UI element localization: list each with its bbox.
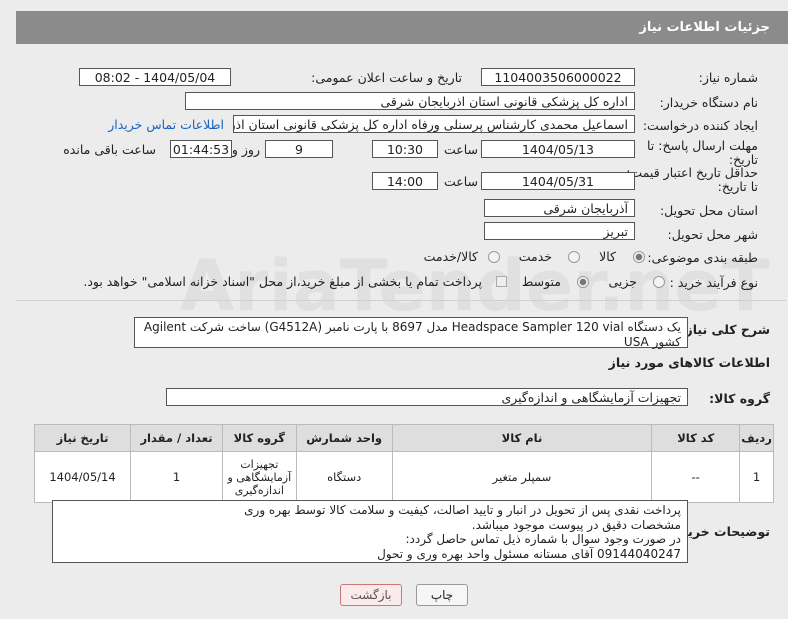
province-field[interactable]: آذربایجان شرقی xyxy=(484,199,635,217)
process-radio-minor[interactable] xyxy=(653,276,665,288)
need-number-field[interactable]: 1104003506000022 xyxy=(481,68,635,86)
buyer-notes-line: پرداخت نقدی پس از تحویل در انبار و تایید… xyxy=(244,503,681,517)
cell-group: تجهیزات آزمایشگاهی و اندازه‌گیری xyxy=(221,451,297,503)
cell-row-number: 1 xyxy=(739,451,774,503)
col-header-unit: واحد شمارش xyxy=(295,424,393,452)
buyer-notes-line: در صورت وجود سوال با شماره ذیل تماس حاصل… xyxy=(405,532,681,546)
deadline-date-field[interactable]: 1404/05/13 xyxy=(481,140,635,158)
col-header-row-number: ردیف xyxy=(739,424,774,452)
table-header-row: ردیف کد کالا نام کالا واحد شمارش گروه کا… xyxy=(33,424,774,452)
price-validity-time-label: ساعت xyxy=(443,174,478,189)
goods-group-label: گروه کالا: xyxy=(709,391,770,406)
category-radio-goods-service[interactable] xyxy=(488,251,500,263)
process-option-minor: جزیی xyxy=(608,274,637,289)
back-button[interactable]: بازگشت xyxy=(340,584,402,606)
goods-info-title: اطلاعات کالاهای مورد نیاز xyxy=(608,355,770,370)
category-radio-service[interactable] xyxy=(568,251,580,263)
process-option-medium: متوسط xyxy=(521,274,561,289)
goods-table: ردیف کد کالا نام کالا واحد شمارش گروه کا… xyxy=(33,424,774,503)
page-title: جزئیات اطلاعات نیاز xyxy=(639,20,770,35)
requester-label: ایجاد کننده درخواست: xyxy=(642,118,758,133)
cell-group-line: آزمایشگاهی و xyxy=(227,470,292,484)
col-header-code: کد کالا xyxy=(651,424,741,452)
treasury-payment-note: پرداخت تمام یا بخشی از مبلغ خرید،از محل … xyxy=(83,274,482,289)
cell-group-line: اندازه‌گیری xyxy=(234,483,284,497)
remaining-time-field[interactable]: 01:44:53 xyxy=(170,140,232,158)
col-header-qty: تعداد / مقدار xyxy=(130,424,223,452)
announce-datetime-label: تاریخ و ساعت اعلان عمومی: xyxy=(311,70,462,85)
deadline-time-label: ساعت xyxy=(443,142,478,157)
deadline-time-field[interactable]: 10:30 xyxy=(372,140,438,158)
process-label: نوع فرآیند خرید : xyxy=(669,275,758,290)
category-option-goods: کالا xyxy=(599,249,616,264)
days-remaining-field[interactable]: 9 xyxy=(265,140,333,158)
summary-label: شرح کلی نیاز: xyxy=(680,322,770,337)
remaining-time-label: ساعت باقی مانده xyxy=(63,142,156,157)
category-radio-goods[interactable] xyxy=(633,251,645,263)
treasury-payment-checkbox[interactable] xyxy=(496,276,507,287)
buyer-notes-field[interactable]: پرداخت نقدی پس از تحویل در انبار و تایید… xyxy=(52,500,688,563)
category-option-goods-service: کالا/خدمت xyxy=(423,249,478,264)
cell-qty: 1 xyxy=(130,451,223,503)
cell-group-line: تجهیزات xyxy=(240,457,279,471)
price-validity-date-field[interactable]: 1404/05/31 xyxy=(481,172,635,190)
deadline-label: مهلت ارسال پاسخ: تا تاریخ: xyxy=(647,139,758,167)
category-option-service: خدمت xyxy=(518,249,552,264)
deadline-label-line1: مهلت ارسال پاسخ: تا xyxy=(647,138,758,153)
requester-field[interactable]: اسماعیل محمدی کارشناس پرسنلی ورفاه اداره… xyxy=(233,115,635,133)
price-validity-label-line2: تا تاریخ: xyxy=(717,179,758,194)
province-label: استان محل تحویل: xyxy=(659,203,758,218)
goods-group-field[interactable]: تجهیزات آزمایشگاهی و اندازه‌گیری xyxy=(166,388,688,406)
process-radio-medium[interactable] xyxy=(577,276,589,288)
category-label: طبقه بندی موضوعی: xyxy=(647,250,758,265)
page-header: جزئیات اطلاعات نیاز xyxy=(16,11,788,44)
cell-name: سمپلر متغیر xyxy=(391,451,653,503)
city-label: شهر محل تحویل: xyxy=(667,227,758,242)
need-number-label: شماره نیاز: xyxy=(698,70,758,85)
col-header-group: گروه کالا xyxy=(221,424,297,452)
days-label: روز و xyxy=(231,142,260,157)
price-validity-time-field[interactable]: 14:00 xyxy=(372,172,438,190)
cell-date: 1404/05/14 xyxy=(33,451,132,503)
col-header-name: نام کالا xyxy=(391,424,653,452)
section-divider xyxy=(16,300,786,301)
city-field[interactable]: تبریز xyxy=(484,222,635,240)
price-validity-label: حداقل تاریخ اعتبار قیمت: تا تاریخ: xyxy=(626,166,758,194)
buyer-notes-line: 09144040247 آقای مستانه مسئول واحد بهره … xyxy=(377,546,681,561)
buyer-notes-line: مشخصات دقیق در پیوست موجود میباشد. xyxy=(471,517,681,532)
announce-datetime-field[interactable]: 1404/05/04 - 08:02 xyxy=(79,68,231,86)
cell-code: -- xyxy=(651,451,741,503)
need-details-page: AriaTender.neT جزئیات اطلاعات نیاز شماره… xyxy=(0,0,788,619)
buyer-contact-link[interactable]: اطلاعات تماس خریدار xyxy=(108,117,224,132)
price-validity-label-line1: حداقل تاریخ اعتبار قیمت: xyxy=(626,165,758,180)
col-header-date: تاریخ نیاز xyxy=(33,424,132,452)
summary-field[interactable]: یک دستگاه Headspace Sampler 120 vial مدل… xyxy=(134,317,688,349)
buyer-org-field[interactable]: اداره کل پزشکی قانونی استان اذربایجان شر… xyxy=(185,92,635,110)
buyer-org-label: نام دستگاه خریدار: xyxy=(659,95,758,110)
table-row: 1 -- سمپلر متغیر دستگاه تجهیزات آزمایشگا… xyxy=(33,451,774,503)
print-button[interactable]: چاپ xyxy=(416,584,468,606)
cell-unit: دستگاه xyxy=(295,451,393,503)
